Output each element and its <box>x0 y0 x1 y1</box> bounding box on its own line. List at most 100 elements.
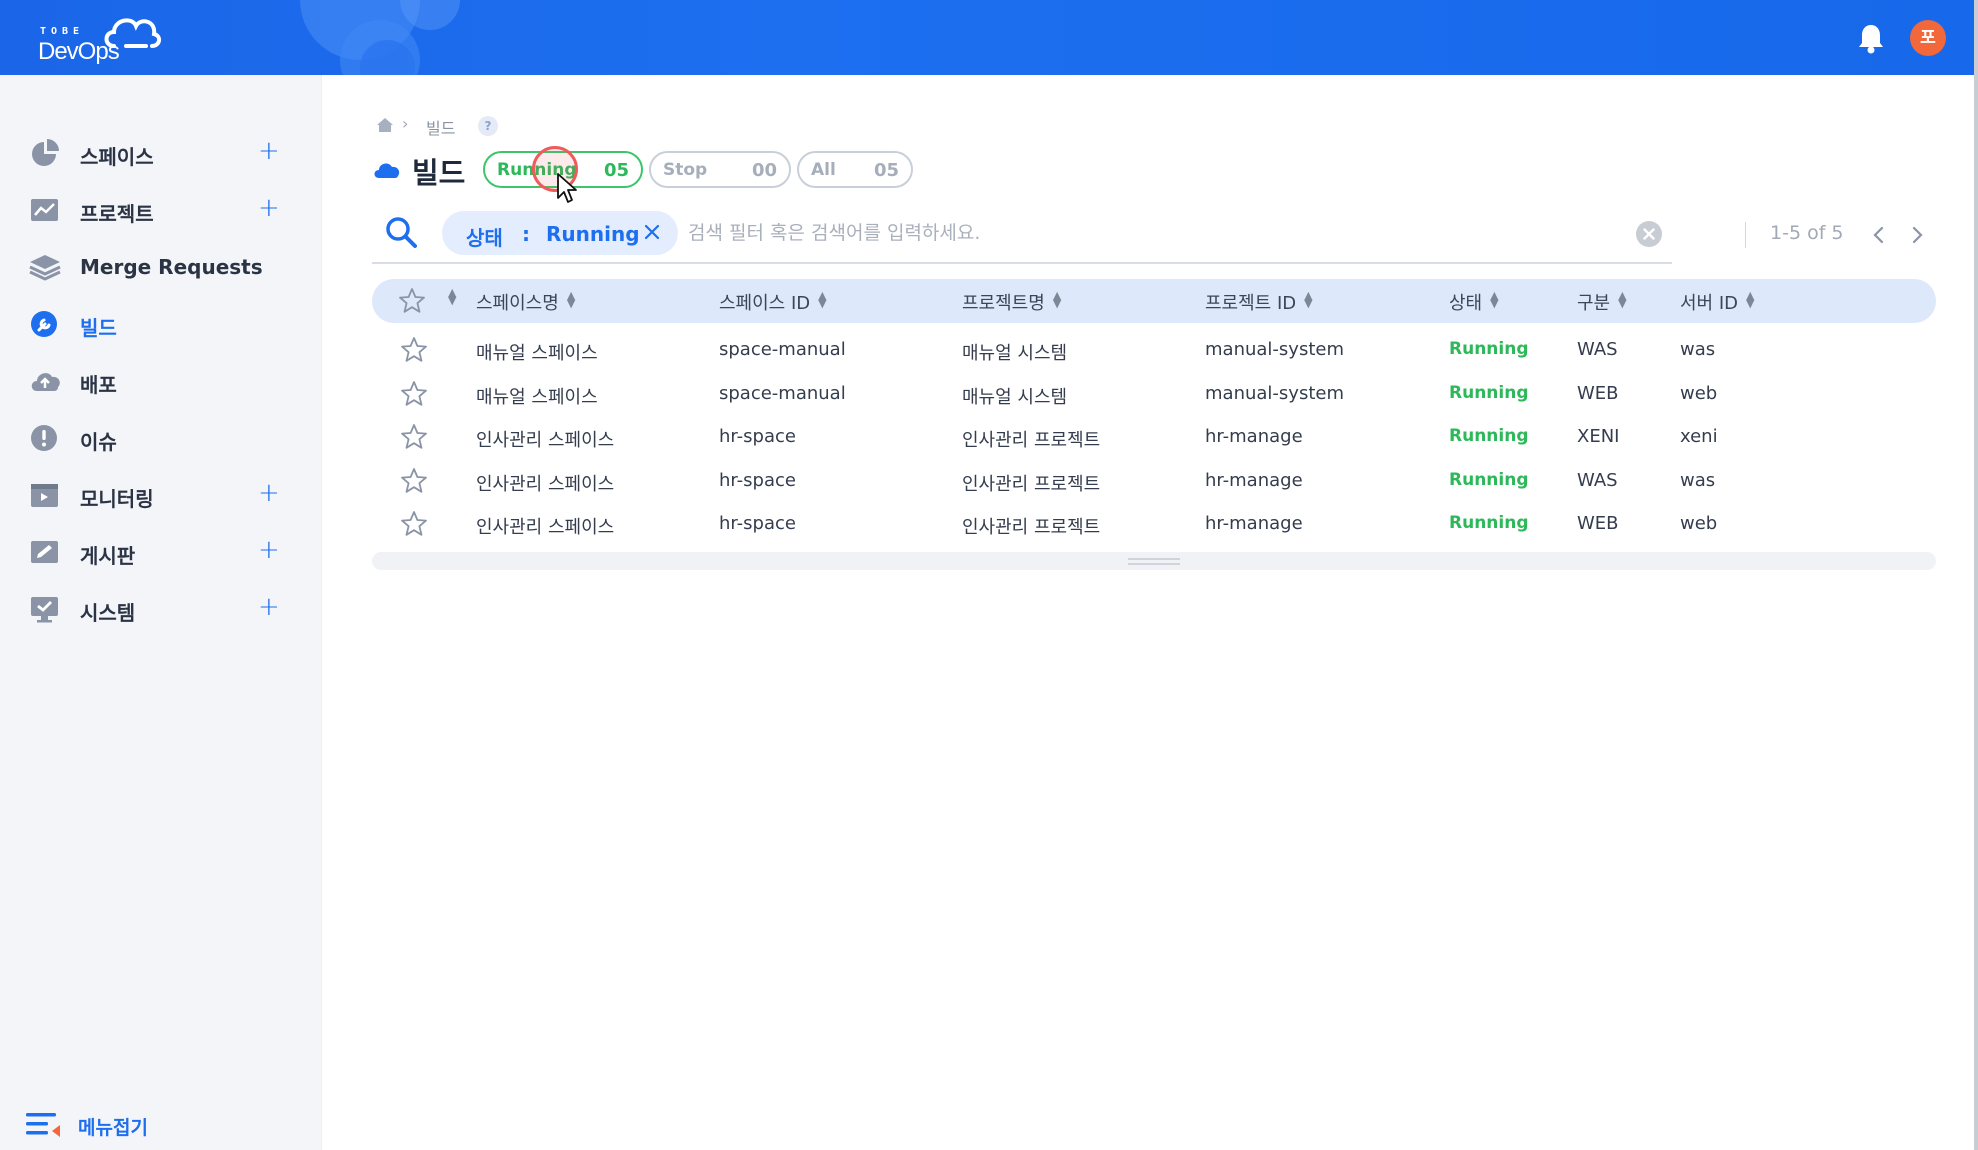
sidebar-item-label: 스페이스 <box>80 145 154 169</box>
filter-count: 00 <box>751 160 777 181</box>
sort-icon[interactable]: ▲ ▼ <box>1304 290 1312 309</box>
add-board-button[interactable]: + <box>258 536 280 564</box>
cell-type: XENI <box>1577 426 1620 447</box>
filter-all[interactable]: All 05 <box>797 151 913 188</box>
user-avatar[interactable]: 포 <box>1910 20 1946 56</box>
cell-server-id: was <box>1680 339 1716 360</box>
sidebar-item-system[interactable]: 시스템 + <box>0 581 322 637</box>
add-project-button[interactable]: + <box>258 194 280 222</box>
column-header-space-name[interactable]: 스페이스명 ▲ ▼ <box>476 289 575 315</box>
star-icon[interactable] <box>400 423 428 451</box>
column-header-project-id[interactable]: 프로젝트 ID ▲ ▼ <box>1205 289 1313 315</box>
sort-icon[interactable]: ▲ ▼ <box>818 290 826 309</box>
cell-space-name: 매뉴얼 스페이스 <box>476 387 598 408</box>
star-icon[interactable] <box>400 467 428 495</box>
chip-value: Running <box>546 222 640 246</box>
cloud-title-icon <box>374 163 400 178</box>
cell-project-id: hr-manage <box>1205 470 1303 491</box>
search-input[interactable] <box>688 216 1588 250</box>
filter-count: 05 <box>873 160 899 181</box>
pie-chart-icon <box>32 139 59 166</box>
cell-status: Running <box>1449 470 1529 490</box>
sort-icon[interactable]: ▲ ▼ <box>1490 290 1498 309</box>
sidebar-item-label: Merge Requests <box>80 255 263 279</box>
filter-label: All <box>811 160 836 180</box>
chart-board-icon <box>31 199 58 221</box>
column-label: 상태 <box>1449 293 1483 314</box>
cell-type: WEB <box>1577 513 1619 534</box>
star-icon[interactable] <box>400 380 428 408</box>
star-icon[interactable] <box>400 510 428 538</box>
page-title: 빌드 <box>412 156 466 190</box>
cell-project-name: 인사관리 프로젝트 <box>962 517 1101 538</box>
sort-icon[interactable]: ▲ ▼ <box>1618 290 1626 309</box>
column-header-type[interactable]: 구분 ▲ ▼ <box>1577 289 1627 315</box>
filter-stop[interactable]: Stop 00 <box>649 151 791 188</box>
cell-status: Running <box>1449 513 1529 533</box>
chevron-left-icon[interactable] <box>1868 220 1890 250</box>
table-header: ▲ ▼ 스페이스명 ▲ ▼ 스페이스 ID ▲ ▼ 프로젝트명 ▲ ▼ 프로젝트 ID ▲ ▼ 상… <box>372 279 1936 323</box>
star-icon[interactable] <box>400 336 428 364</box>
table-resize-handle[interactable] <box>1128 558 1180 565</box>
cell-space-id: hr-space <box>719 426 796 447</box>
clear-search-button[interactable] <box>1636 221 1662 247</box>
desktop-check-icon <box>31 597 58 623</box>
clear-icon <box>1643 228 1655 240</box>
column-header-project-name[interactable]: 프로젝트명 ▲ ▼ <box>962 289 1061 315</box>
home-icon[interactable] <box>376 116 394 134</box>
sidebar-item-build[interactable]: 빌드 <box>0 296 322 352</box>
cell-space-id: space-manual <box>719 339 846 360</box>
chevron-right-icon[interactable] <box>1906 220 1928 250</box>
filter-count: 05 <box>603 160 629 181</box>
column-header-server-id[interactable]: 서버 ID ▲ ▼ <box>1680 289 1754 315</box>
status-filter-chip[interactable]: 상태 : Running <box>442 211 678 255</box>
wrench-icon <box>31 311 57 337</box>
table-row[interactable]: 인사관리 스페이스 hr-space 인사관리 프로젝트 hr-manage R… <box>372 459 1936 502</box>
sidebar-item-merge-requests[interactable]: Merge Requests <box>0 239 322 295</box>
column-header-status[interactable]: 상태 ▲ ▼ <box>1449 289 1499 315</box>
bell-icon[interactable] <box>1856 22 1886 54</box>
sidebar-item-label: 빌드 <box>80 316 117 340</box>
help-icon[interactable]: ? <box>478 116 498 136</box>
cell-project-name: 매뉴얼 시스템 <box>962 387 1068 408</box>
app-logo[interactable]: TOBE DevOps <box>38 8 168 68</box>
cell-server-id: web <box>1680 383 1718 404</box>
sidebar-item-monitoring[interactable]: 모니터링 + <box>0 467 322 523</box>
collapse-menu-button[interactable]: 메뉴접기 <box>26 1110 196 1140</box>
sort-star-column[interactable]: ▲ ▼ <box>440 287 456 311</box>
add-monitoring-button[interactable]: + <box>258 479 280 507</box>
add-space-button[interactable]: + <box>258 137 280 165</box>
chip-remove-icon[interactable] <box>642 222 662 242</box>
sidebar-item-board[interactable]: 게시판 + <box>0 524 322 580</box>
cell-space-name: 인사관리 스페이스 <box>476 517 615 538</box>
sidebar-item-projects[interactable]: 프로젝트 + <box>0 182 322 238</box>
collapse-menu-label: 메뉴접기 <box>78 1117 148 1139</box>
sidebar: 스페이스 + 프로젝트 + Merge Requests 빌드 배포 이슈 모니… <box>0 75 322 1150</box>
mouse-cursor-icon <box>557 173 577 203</box>
cloud-logo-icon <box>104 18 161 48</box>
column-label: 프로젝트 ID <box>1205 293 1297 314</box>
cell-status: Running <box>1449 426 1529 446</box>
table-row[interactable]: 매뉴얼 스페이스 space-manual 매뉴얼 시스템 manual-sys… <box>372 372 1936 415</box>
column-label: 구분 <box>1577 293 1611 314</box>
cell-space-name: 인사관리 스페이스 <box>476 430 615 451</box>
star-all-icon[interactable] <box>398 287 426 315</box>
table-row[interactable]: 매뉴얼 스페이스 space-manual 매뉴얼 시스템 manual-sys… <box>372 328 1936 371</box>
cell-type: WEB <box>1577 383 1619 404</box>
cell-space-id: hr-space <box>719 513 796 534</box>
pagination-divider <box>1745 222 1746 248</box>
sidebar-item-issues[interactable]: 이슈 <box>0 410 322 466</box>
add-system-button[interactable]: + <box>258 593 280 621</box>
sidebar-item-spaces[interactable]: 스페이스 + <box>0 125 322 181</box>
column-header-space-id[interactable]: 스페이스 ID ▲ ▼ <box>719 289 827 315</box>
table-row[interactable]: 인사관리 스페이스 hr-space 인사관리 프로젝트 hr-manage R… <box>372 502 1936 545</box>
alert-icon <box>31 425 57 451</box>
search-icon[interactable] <box>384 215 420 251</box>
sort-icon[interactable]: ▲ ▼ <box>1053 290 1061 309</box>
table-row[interactable]: 인사관리 스페이스 hr-space 인사관리 프로젝트 hr-manage R… <box>372 415 1936 458</box>
sort-icon[interactable]: ▲ ▼ <box>1746 290 1754 309</box>
column-label: 프로젝트명 <box>962 293 1045 314</box>
column-label: 스페이스 ID <box>719 293 811 314</box>
sidebar-item-deploy[interactable]: 배포 <box>0 353 322 409</box>
sort-icon[interactable]: ▲ ▼ <box>567 290 575 309</box>
